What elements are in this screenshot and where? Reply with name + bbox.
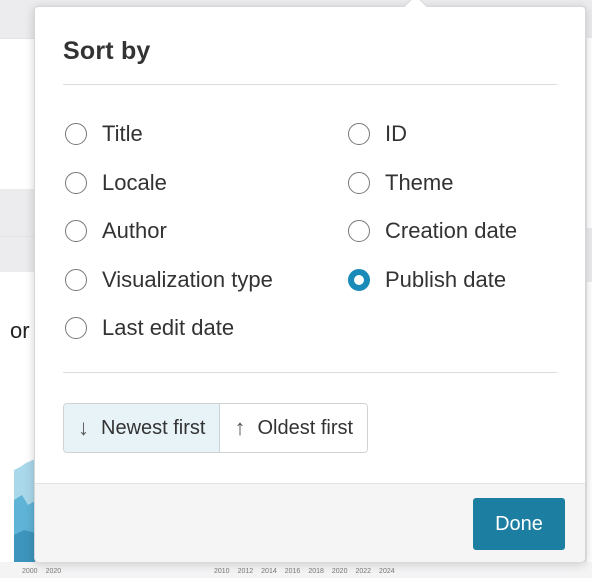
radio-publish-date-selected[interactable] [348,269,370,291]
background-axis-tick: 2020 [331,568,348,575]
popover-footer: Done [35,483,585,562]
radio-author[interactable] [65,220,87,242]
radio-theme[interactable] [348,172,370,194]
background-axis-labels-mid: 2010 2012 2014 2016 2018 2020 2022 2024 [214,568,395,575]
background-card-right-top [587,38,592,228]
newest-first-label: Newest first [101,416,206,439]
background-axis-tick: 2012 [237,568,254,575]
popover-caret [403,0,428,19]
newest-first-button[interactable]: ↓ Newest first [64,404,220,452]
divider-bottom [63,372,557,373]
radio-creation-date[interactable] [348,220,370,242]
sort-option-author[interactable]: Author [65,218,167,244]
oldest-first-label: Oldest first [257,416,354,439]
radio-title[interactable] [65,123,87,145]
background-card-left-top [0,38,34,189]
sort-option-label: Visualization type [102,267,273,292]
background-area-chart [14,459,35,565]
radio-locale[interactable] [65,172,87,194]
popover-title: Sort by [63,37,151,65]
background-axis-tick: 2018 [308,568,324,575]
sort-option-label: Title [102,121,143,146]
sort-option-id[interactable]: ID [348,121,407,147]
arrow-down-icon: ↓ [78,415,89,440]
sort-option-label: Locale [102,170,167,195]
oldest-first-button[interactable]: ↑ Oldest first [219,404,368,452]
background-heading-fragment: or [10,318,30,343]
sort-option-locale[interactable]: Locale [65,170,167,196]
background-axis-tick: 2000 [22,568,38,575]
divider-top [63,84,557,85]
background-axis-tick: 2024 [379,568,395,575]
sort-popover: Sort by Title Locale Author Visualizatio… [34,0,586,562]
background-axis-tick: 2010 [214,568,230,575]
sort-option-label: Author [102,218,167,243]
sort-option-publish-date[interactable]: Publish date [348,267,506,293]
radio-visualization-type[interactable] [65,269,87,291]
background-axis-tick: 2014 [261,568,277,575]
background-axis-tick: 2016 [284,568,301,575]
background-divider [0,236,34,237]
sort-option-title[interactable]: Title [65,121,143,147]
sort-option-creation-date[interactable]: Creation date [348,218,517,244]
sort-option-label: Creation date [385,218,518,243]
arrow-up-icon: ↑ [234,415,246,440]
sort-option-label: Theme [385,170,454,195]
sort-option-label: Last edit date [102,315,235,340]
sort-option-label: Publish date [385,267,507,292]
sort-option-label: ID [385,121,407,146]
background-card-right [587,282,592,578]
sort-option-last-edit-date[interactable]: Last edit date [65,315,234,341]
background-axis-tick: 2020 [45,568,62,575]
sort-order-toggle: ↓ Newest first ↑ Oldest first [63,403,369,453]
sort-option-visualization-type[interactable]: Visualization type [65,267,273,293]
background-axis-labels-left: 2000 2020 [22,568,61,575]
radio-last-edit-date[interactable] [65,317,87,339]
radio-id[interactable] [348,123,370,145]
background-axis-tick: 2022 [355,568,372,575]
sort-option-theme[interactable]: Theme [348,170,453,196]
done-button[interactable]: Done [473,498,565,550]
